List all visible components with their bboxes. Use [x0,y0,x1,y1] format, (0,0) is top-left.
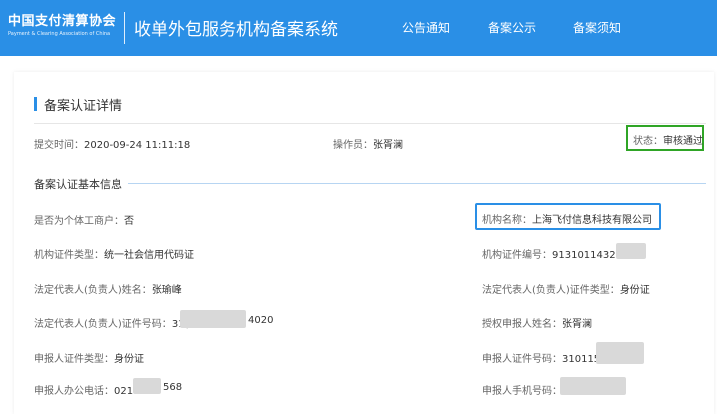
field-applicant-id-type: 申报人证件类型：身份证 [34,350,144,365]
individual-value: 否 [124,216,134,227]
system-title: 收单外包服务机构备案系统 [134,20,338,40]
field-legal-id-type: 法定代表人(负责人)证件类型：身份证 [482,281,650,296]
applicant-id-no-label: 申报人证件号码： [482,354,562,365]
association-logo: 中国支付清算协会 Payment & Clearing Association … [8,10,118,46]
cert-type-label: 机构证件类型： [34,250,104,261]
redaction-blur [180,310,246,328]
operator-label: 操作员： [333,140,373,151]
field-applicant-id-no: 申报人证件号码：310115 [482,350,600,365]
legal-id-no-suffix: 4020 [248,315,274,326]
cert-type-value: 统一社会信用代码证 [104,250,194,261]
submit-time-value: 2020-09-24 11:11:18 [84,140,191,151]
field-legal-id-no: 法定代表人(负责人)证件号码：31( [34,315,188,330]
field-org-name: 机构名称：上海飞付信息科技有限公司 [482,211,652,226]
field-individual: 是否为个体工商户：否 [34,212,134,227]
title-divider [34,123,706,124]
cert-no-label: 机构证件编号： [482,250,552,261]
auth-applicant-label: 授权申报人姓名： [482,319,562,330]
logo-chinese-text: 中国支付清算协会 [8,14,117,29]
applicant-id-type-label: 申报人证件类型： [34,354,114,365]
auth-applicant-value: 张胥澜 [562,319,592,330]
field-mobile: 申报人手机号码： [482,382,562,397]
submit-time: 提交时间：2020-09-24 11:11:18 [34,136,190,151]
field-cert-type: 机构证件类型：统一社会信用代码证 [34,246,194,261]
legal-name-label: 法定代表人(负责人)姓名： [34,285,152,296]
redaction-blur [133,378,161,394]
individual-label: 是否为个体工商户： [34,216,124,227]
field-cert-no: 机构证件编号：913101143208 [482,246,628,261]
applicant-id-type-value: 身份证 [114,354,144,365]
operator: 操作员：张胥澜 [333,136,403,151]
title-accent-bar [34,97,37,111]
logo-english-text: Payment & Clearing Association of China [8,31,111,37]
operator-value: 张胥澜 [373,140,403,151]
redaction-blur [616,243,646,259]
redaction-blur [560,377,626,395]
mobile-label: 申报人手机号码： [482,386,562,397]
nav-filing-notes[interactable]: 备案须知 [573,19,621,36]
legal-name-value: 张瑜峰 [151,285,182,296]
nav-announcements[interactable]: 公告通知 [402,19,450,36]
legal-id-type-label: 法定代表人(负责人)证件类型： [482,285,620,296]
field-office-phone: 申报人办公电话：021- [34,382,137,397]
submit-time-label: 提交时间： [34,140,84,151]
status: 状态：审核通过 [633,132,703,147]
section-title-basic-info: 备案认证基本信息 [34,178,122,191]
legal-id-no-label: 法定代表人(负责人)证件号码： [34,319,172,330]
field-legal-name: 法定代表人(负责人)姓名：张瑜峰 [34,281,182,296]
org-name-label: 机构名称： [482,215,532,226]
applicant-id-no-value: 310115 [562,354,601,365]
legal-id-type-value: 身份证 [619,285,650,296]
org-name-value: 上海飞付信息科技有限公司 [532,215,652,226]
field-auth-applicant: 授权申报人姓名：张胥澜 [482,315,592,330]
header-divider [124,12,125,44]
status-value: 审核通过 [663,136,703,147]
office-phone-label: 申报人办公电话： [34,386,114,397]
status-label: 状态： [633,136,663,147]
nav-filing-publicity[interactable]: 备案公示 [488,19,536,36]
redaction-blur [596,342,644,364]
panel-title: 备案认证详情 [44,99,123,114]
section-divider [128,183,706,184]
office-phone-suffix: 568 [163,382,183,393]
header-bar: 中国支付清算协会 Payment & Clearing Association … [0,0,717,56]
